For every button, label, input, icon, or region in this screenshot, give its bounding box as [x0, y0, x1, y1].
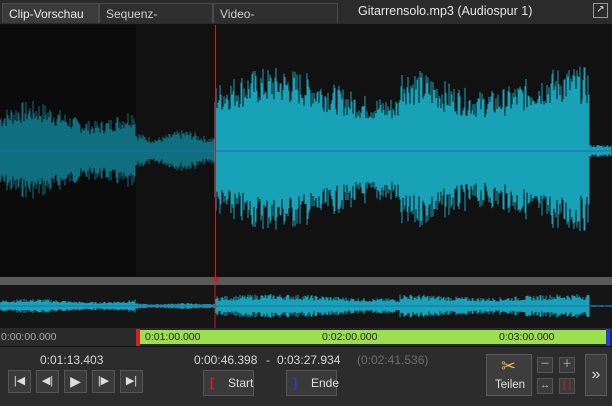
play-icon: ▶: [70, 373, 81, 389]
zoom-selection-icon[interactable]: [ ]: [559, 378, 575, 394]
zoom-in-icon[interactable]: ＋: [559, 357, 575, 373]
more-options-icon: »: [591, 366, 601, 383]
selection-end-time: 0:03:27.934: [277, 353, 341, 367]
end-button-label: Ende: [311, 376, 340, 390]
selection-length: (0:02:41.536): [357, 353, 429, 367]
playhead[interactable]: [215, 25, 216, 285]
start-bracket-icon: [: [210, 375, 215, 390]
overview-separator: [0, 277, 612, 285]
skip-to-start-button[interactable]: |◀: [8, 370, 31, 393]
set-end-button[interactable]: ] Ende: [286, 370, 340, 396]
scissors-icon: ✂: [501, 356, 517, 376]
ruler-label-1: 0:01:00.000: [145, 331, 201, 343]
more-options-button[interactable]: »: [585, 354, 607, 396]
tab-label: Clip-Vorschau: [9, 7, 84, 21]
skip-to-end-button[interactable]: ▶|: [120, 370, 143, 393]
tab-video-tutorials[interactable]: Video-Anleitungen✕: [213, 3, 338, 41]
step-back-icon: ◀|: [41, 375, 54, 387]
ruler-label-0: 0:00:00.000: [1, 331, 57, 343]
zoom-fit-icon[interactable]: ↔: [537, 378, 553, 394]
play-button[interactable]: ▶: [64, 370, 87, 393]
step-forward-icon: |▶: [97, 375, 110, 387]
skip-start-icon: |◀: [13, 375, 26, 387]
end-marker[interactable]: [606, 329, 610, 346]
start-button-label: Start: [228, 376, 254, 390]
next-frame-button[interactable]: |▶: [92, 370, 115, 393]
previous-frame-button[interactable]: ◀|: [36, 370, 59, 393]
ruler-label-2: 0:02:00.000: [322, 331, 378, 343]
end-bracket-icon: ]: [293, 375, 298, 390]
tab-clip-preview[interactable]: Clip-Vorschau: [2, 3, 99, 23]
clip-title: Gitarrensolo.mp3 (Audiospur 1): [358, 4, 533, 18]
waveform-display[interactable]: [0, 25, 612, 277]
set-start-button[interactable]: [ Start: [203, 370, 254, 396]
range-separator: -: [266, 353, 270, 367]
selection-start-time: 0:00:46.398: [194, 353, 258, 367]
zoom-out-icon[interactable]: －: [537, 357, 553, 373]
playhead-marker-icon[interactable]: [212, 277, 220, 283]
split-button-label: Teilen: [495, 379, 526, 391]
ruler-label-3: 0:03:00.000: [499, 331, 555, 343]
undock-icon[interactable]: ↗: [593, 3, 608, 18]
overview-waveform[interactable]: [0, 285, 612, 328]
skip-end-icon: ▶|: [125, 375, 138, 387]
start-marker[interactable]: [136, 329, 140, 346]
split-button[interactable]: ✂ Teilen: [486, 354, 532, 396]
current-time: 0:01:13.403: [40, 353, 104, 367]
tab-sequence-preview[interactable]: Sequenz-Vorschau: [99, 3, 213, 41]
